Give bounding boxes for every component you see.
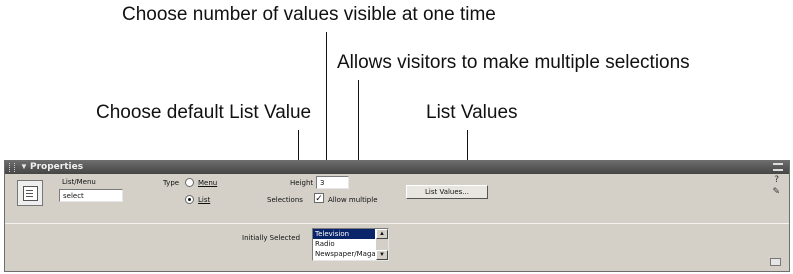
list-item[interactable]: Newspaper/Magazine — [313, 249, 375, 259]
list-item[interactable]: Television — [313, 229, 375, 239]
callout-list-values: List Values — [426, 102, 518, 123]
initially-selected-label: Initially Selected — [242, 234, 301, 242]
type-list-radio[interactable] — [185, 195, 194, 204]
height-field[interactable]: 3 — [316, 176, 349, 189]
height-label: Height — [290, 179, 314, 187]
initially-selected-listbox[interactable]: Television Radio Newspaper/Magazine ▲ ▼ — [312, 228, 389, 261]
panel-divider — [5, 223, 789, 224]
element-name-field[interactable]: select — [59, 189, 123, 202]
scroll-down-icon[interactable]: ▼ — [376, 250, 388, 260]
panel-title: Properties — [30, 162, 84, 172]
type-list-label[interactable]: List — [198, 196, 210, 204]
callout-visible-count: Choose number of values visible at one t… — [122, 4, 496, 25]
list-item[interactable]: Radio — [313, 239, 375, 249]
scroll-up-icon[interactable]: ▲ — [376, 229, 388, 239]
callout-default-value: Choose default List Value — [96, 102, 312, 123]
panel-titlebar[interactable]: ▼ Properties — [5, 161, 789, 174]
callout-allow-multiple: Allows visitors to make multiple selecti… — [337, 52, 690, 73]
selections-label: Selections — [267, 196, 303, 204]
type-menu-radio[interactable] — [185, 178, 194, 187]
drag-grip-icon[interactable] — [9, 163, 15, 172]
edit-icon[interactable]: ✎ — [772, 187, 780, 197]
type-menu-label[interactable]: Menu — [198, 179, 217, 187]
expander-icon[interactable] — [770, 258, 781, 266]
allow-multiple-label[interactable]: Allow multiple — [328, 196, 378, 204]
properties-panel: ▼ Properties List/Menu select Type Menu … — [4, 160, 790, 272]
type-label: Type — [163, 179, 180, 187]
list-menu-icon — [17, 180, 43, 206]
element-type-label: List/Menu — [62, 178, 96, 186]
listbox-scrollbar[interactable]: ▲ ▼ — [376, 229, 388, 260]
list-values-button[interactable]: List Values... — [406, 185, 488, 199]
help-icon[interactable]: ? — [774, 175, 779, 185]
collapse-arrow-icon[interactable]: ▼ — [20, 162, 28, 171]
panel-options-icon[interactable] — [773, 163, 783, 171]
allow-multiple-checkbox[interactable]: ✓ — [314, 193, 324, 203]
